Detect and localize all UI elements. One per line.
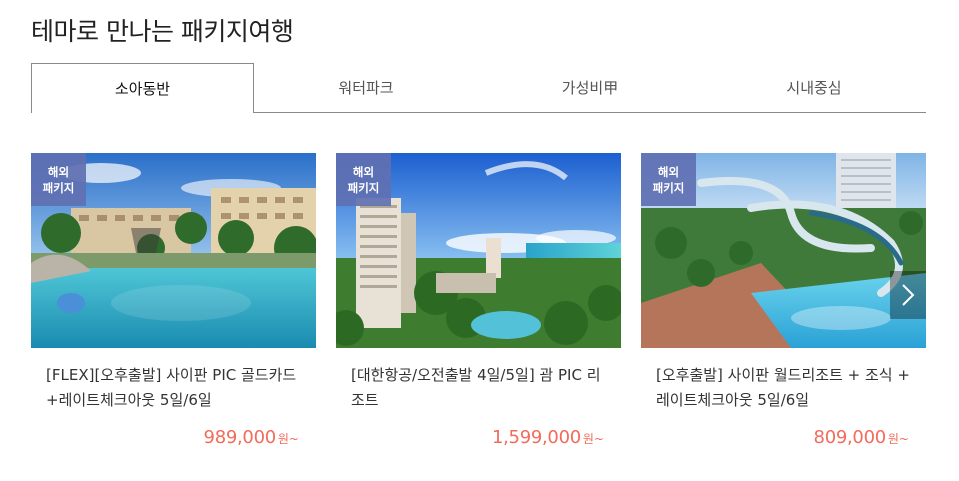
overseas-package-badge: 해외 패키지 <box>31 153 86 206</box>
tab-value[interactable]: 가성비甲 <box>478 63 702 112</box>
price-unit: 원~ <box>277 432 299 446</box>
package-price: 809,000 <box>813 427 887 448</box>
tab-kids[interactable]: 소아동반 <box>31 63 254 113</box>
overseas-package-badge: 해외 패키지 <box>336 153 391 206</box>
package-card-list: 해외 패키지 [FLEX][오후출발] 사이판 PIC 골드카드+레이트체크아웃… <box>31 153 926 453</box>
guam-resort-photo[interactable]: 해외 패키지 <box>336 153 621 348</box>
package-card[interactable]: 해외 패키지 [FLEX][오후출발] 사이판 PIC 골드카드+레이트체크아웃… <box>31 153 316 448</box>
section-title: 테마로 만나는 패키지여행 <box>31 17 294 46</box>
package-card[interactable]: 해외 패키지 [오후출발] 사이판 월드리조트 + 조식 + 레이트체크아웃 5… <box>641 153 926 448</box>
tab-downtown[interactable]: 시내중심 <box>702 63 926 112</box>
package-title[interactable]: [FLEX][오후출발] 사이판 PIC 골드카드+레이트체크아웃 5일/6일 <box>46 363 301 413</box>
waterpark-photo[interactable]: 해외 패키지 <box>641 153 926 348</box>
price-row: 989,000 원~ <box>31 427 316 448</box>
price-unit: 원~ <box>887 432 909 446</box>
package-price: 989,000 <box>203 427 277 448</box>
chevron-right-icon <box>902 284 915 306</box>
price-row: 809,000 원~ <box>641 427 926 448</box>
package-price: 1,599,000 <box>491 427 581 448</box>
price-row: 1,599,000 원~ <box>336 427 621 448</box>
tab-waterpark[interactable]: 워터파크 <box>254 63 478 112</box>
carousel-next-button[interactable] <box>890 271 926 319</box>
theme-tabs: 소아동반 워터파크 가성비甲 시내중심 <box>31 63 926 113</box>
resort-pool-photo[interactable]: 해외 패키지 <box>31 153 316 348</box>
package-card[interactable]: 해외 패키지 [대한항공/오전출발 4일/5일] 괌 PIC 리조트 1,599… <box>336 153 621 448</box>
package-title[interactable]: [대한항공/오전출발 4일/5일] 괌 PIC 리조트 <box>351 363 606 413</box>
package-title[interactable]: [오후출발] 사이판 월드리조트 + 조식 + 레이트체크아웃 5일/6일 <box>656 363 911 413</box>
price-unit: 원~ <box>582 432 604 446</box>
overseas-package-badge: 해외 패키지 <box>641 153 696 206</box>
